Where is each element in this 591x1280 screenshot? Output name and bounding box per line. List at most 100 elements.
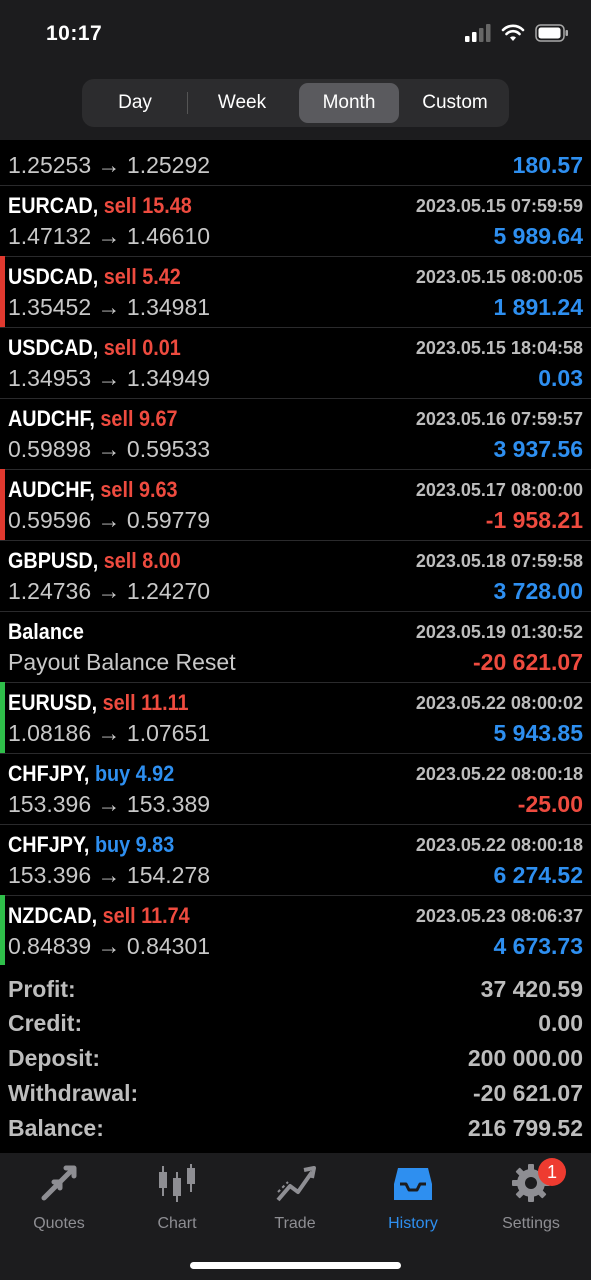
notification-badge: 1 — [538, 1158, 566, 1186]
deal-prices: 1.34953 → 1.34949 — [8, 365, 211, 391]
candlestick-chart-icon — [159, 1164, 195, 1202]
deal-prices: 153.396 → 154.278 — [8, 862, 211, 888]
battery-icon — [535, 24, 568, 42]
tab-quotes[interactable]: Quotes — [4, 1161, 114, 1233]
deals-list[interactable]: 1.25253 → 1.25292 180.57 EURCAD, sell 15… — [0, 140, 591, 965]
deal-prices: 0.59898 → 0.59533 — [8, 436, 211, 462]
deal-marker — [0, 895, 5, 965]
summary-value: 216 799.52 — [467, 1115, 583, 1141]
deal-title: CHFJPY, buy 9.83 — [8, 832, 174, 858]
deal-symbol: GBPUSD, — [8, 548, 99, 573]
deal-row[interactable]: CHFJPY, buy 9.83 2023.05.22 08:00:18 153.3… — [0, 824, 591, 896]
deal-side: buy — [94, 761, 131, 786]
tab-label: Settings — [502, 1215, 560, 1232]
deal-row[interactable]: Balance 2023.05.19 01:30:52 Payout Balance… — [0, 611, 591, 683]
deal-title: CHFJPY, buy 4.92 — [8, 761, 174, 787]
tab-day[interactable]: Day — [86, 83, 184, 123]
deal-title: GBPUSD, sell 8.00 — [8, 548, 181, 574]
deal-prices: 1.24736 → 1.24270 — [8, 578, 211, 604]
tab-history[interactable]: History — [358, 1161, 468, 1233]
deal-volume: 4.92 — [135, 761, 175, 786]
deal-title: AUDCHF, sell 9.63 — [8, 477, 178, 503]
tab-chart[interactable]: Chart — [122, 1161, 232, 1233]
deal-profit: 0.03 — [538, 365, 583, 391]
status-bar: 10:17 — [0, 0, 591, 70]
status-time: 10:17 — [46, 22, 103, 45]
summary-value: 37 420.59 — [480, 976, 583, 1002]
deal-volume: 15.48 — [142, 193, 192, 218]
deal-marker — [0, 256, 5, 327]
deal-prices: 1.25253 → 1.25292 — [8, 152, 211, 178]
tab-label: Quotes — [33, 1215, 85, 1232]
history-header: Day Week Month Custom — [0, 70, 591, 140]
trend-line-icon — [276, 1166, 316, 1202]
deal-symbol: CHFJPY, — [8, 832, 90, 857]
tab-trade[interactable]: Trade — [240, 1161, 350, 1233]
deal-symbol: AUDCHF, — [8, 477, 95, 502]
tab-settings[interactable]: 1 Settings — [476, 1158, 586, 1233]
deal-datetime: 2023.05.15 07:59:59 — [415, 196, 583, 216]
summary-credit: Credit: 0.00 — [0, 1010, 591, 1044]
deal-side: sell — [103, 335, 137, 360]
deal-symbol: USDCAD, — [8, 264, 99, 289]
summary-label: Profit: — [8, 976, 76, 1002]
deal-volume: 9.63 — [138, 477, 178, 502]
home-indicator — [190, 1262, 401, 1269]
period-segmented-control: Day Week Month Custom — [82, 79, 509, 127]
summary-label: Credit: — [8, 1010, 83, 1036]
deal-profit: 180.57 — [512, 152, 583, 178]
summary-label: Deposit: — [8, 1045, 100, 1071]
deal-datetime: 2023.05.16 07:59:57 — [415, 409, 583, 429]
deal-profit: 6 274.52 — [493, 862, 583, 888]
deal-row[interactable]: EURCAD, sell 15.48 2023.05.15 07:59:59 1.4… — [0, 185, 591, 257]
deal-row-partial[interactable]: 1.25253 → 1.25292 180.57 — [0, 140, 591, 186]
deal-row[interactable]: USDCAD, sell 5.42 2023.05.15 08:00:05 1.35… — [0, 256, 591, 328]
deal-profit: -25.00 — [517, 791, 583, 817]
segment-divider — [187, 92, 188, 114]
deal-profit: 3 728.00 — [493, 578, 583, 604]
bottom-tab-bar: Quotes Chart Trade History 1 Settings — [0, 1153, 591, 1280]
deal-volume: 11.11 — [141, 690, 189, 715]
inbox-tray-icon — [394, 1168, 432, 1200]
deal-datetime: 2023.05.23 08:06:37 — [415, 906, 583, 926]
deal-row[interactable]: CHFJPY, buy 4.92 2023.05.22 08:00:18 153.3… — [0, 753, 591, 825]
deal-prices: 153.396 → 153.389 — [8, 791, 211, 817]
deal-prices: 1.08186 → 1.07651 — [8, 720, 211, 746]
deal-symbol: CHFJPY, — [8, 761, 90, 786]
deal-title: USDCAD, sell 0.01 — [8, 335, 181, 361]
deal-side: sell — [103, 264, 137, 289]
deal-row[interactable]: GBPUSD, sell 8.00 2023.05.18 07:59:58 1.24… — [0, 540, 591, 612]
tab-week[interactable]: Week — [190, 83, 294, 123]
summary-profit: Profit: 37 420.59 — [0, 976, 591, 1010]
deal-profit: 1 891.24 — [493, 294, 583, 320]
deal-side: sell — [103, 548, 137, 573]
deal-profit: 4 673.73 — [493, 933, 583, 959]
deal-row[interactable]: USDCAD, sell 0.01 2023.05.15 18:04:58 1.34… — [0, 327, 591, 399]
summary-balance: Balance: 216 799.52 — [0, 1115, 591, 1149]
deal-row[interactable]: AUDCHF, sell 9.63 2023.05.17 08:00:00 0.59… — [0, 469, 591, 541]
tab-month[interactable]: Month — [299, 83, 399, 123]
deal-symbol: USDCAD, — [8, 335, 99, 360]
deal-row[interactable]: NZDCAD, sell 11.74 2023.05.23 08:06:37 0.8… — [0, 895, 591, 965]
deal-side: sell — [103, 193, 137, 218]
deal-side: sell — [102, 903, 136, 928]
deal-volume: 8.00 — [142, 548, 181, 573]
deal-volume: 11.74 — [141, 903, 190, 928]
deal-profit: 5 943.85 — [493, 720, 583, 746]
deal-title: USDCAD, sell 5.42 — [8, 264, 181, 290]
deal-side: sell — [100, 406, 134, 431]
deal-prices: 0.84839 → 0.84301 — [8, 933, 211, 959]
cellular-signal-icon — [465, 24, 491, 42]
deal-prices: 1.47132 → 1.46610 — [8, 223, 211, 249]
summary-deposit: Deposit: 200 000.00 — [0, 1045, 591, 1079]
quotes-arrows-icon — [41, 1165, 77, 1201]
deal-row[interactable]: AUDCHF, sell 9.67 2023.05.16 07:59:57 0.59… — [0, 398, 591, 470]
deal-profit: -20 621.07 — [473, 649, 583, 675]
account-summary: Profit: 37 420.59 Credit: 0.00 Deposit: … — [0, 968, 591, 1152]
deal-marker — [0, 469, 5, 540]
deal-datetime: 2023.05.22 08:00:18 — [415, 835, 583, 855]
deal-row[interactable]: EURUSD, sell 11.11 2023.05.22 08:00:02 1.0… — [0, 682, 591, 754]
deal-volume: 9.67 — [138, 406, 178, 431]
deal-profit: 3 937.56 — [493, 436, 583, 462]
tab-custom[interactable]: Custom — [403, 83, 507, 123]
